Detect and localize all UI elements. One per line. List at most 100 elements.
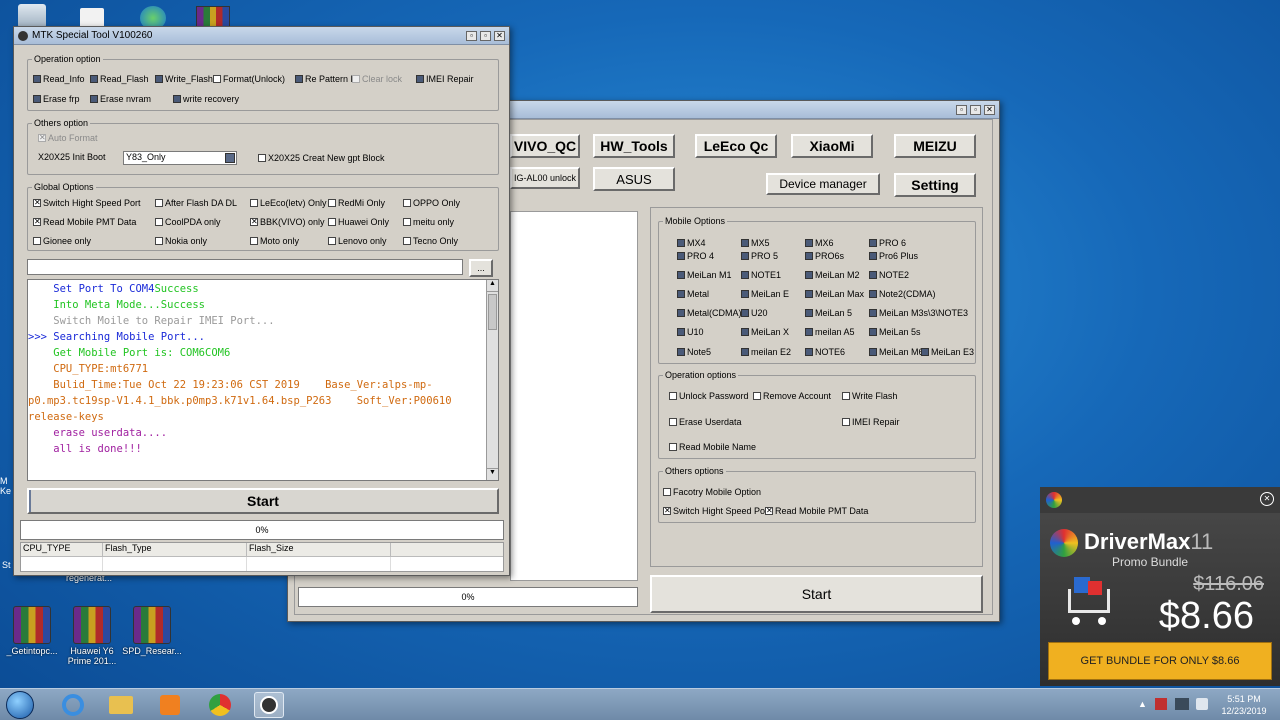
mobile-option-checkbox[interactable]: MX5	[741, 238, 770, 248]
mobile-option-checkbox[interactable]: PRO 4	[677, 251, 714, 261]
global-option-checkbox[interactable]: Tecno Only	[403, 236, 458, 246]
main-log-area[interactable]	[510, 211, 638, 581]
read-mobile-pmt-checkbox[interactable]: ✕ Read Mobile PMT Data	[765, 506, 868, 516]
global-option-checkbox[interactable]: OPPO Only	[403, 198, 460, 208]
hw-tools-button[interactable]: HW_Tools	[593, 134, 675, 158]
mobile-option-checkbox[interactable]: NOTE6	[805, 347, 845, 357]
tray-show-hidden-icon[interactable]: ▲	[1138, 699, 1147, 709]
log-output[interactable]: Set Port To COM4Success Into Meta Mode..…	[27, 279, 499, 481]
creat-gpt-checkbox[interactable]: X20X25 Creat New gpt Block	[258, 153, 385, 163]
write-recovery-checkbox[interactable]: write recovery	[173, 94, 239, 104]
write-flash-checkbox[interactable]: Write_Flash	[155, 74, 213, 84]
global-option-checkbox[interactable]: Huawei Only	[328, 217, 389, 227]
ad-close-icon[interactable]: ✕	[1260, 492, 1274, 506]
global-option-checkbox[interactable]: ✕ BBK(VIVO) only	[250, 217, 325, 227]
erase-userdata-checkbox[interactable]: Erase Userdata	[669, 417, 742, 427]
log-scrollbar[interactable]: ▲ ▼	[486, 280, 498, 480]
global-option-checkbox[interactable]: ✕ Switch Hight Speed Port	[33, 198, 141, 208]
read-flash-checkbox[interactable]: Read_Flash	[90, 74, 149, 84]
tray-volume-icon[interactable]	[1196, 698, 1208, 710]
global-option-checkbox[interactable]: RedMi Only	[328, 198, 385, 208]
scroll-down-icon[interactable]: ▼	[487, 468, 498, 480]
main-start-button[interactable]: Start	[650, 575, 983, 613]
close-icon[interactable]: ✕	[494, 30, 505, 41]
erase-frp-checkbox[interactable]: Erase frp	[33, 94, 80, 104]
maximize-icon[interactable]: ▫	[480, 30, 491, 41]
ig-al00-unlock-button[interactable]: IG-AL00 unlock	[510, 167, 580, 189]
start-button[interactable]: Start	[27, 488, 499, 514]
setting-button[interactable]: Setting	[894, 173, 976, 197]
mobile-option-checkbox[interactable]: Pro6 Plus	[869, 251, 918, 261]
mobile-option-checkbox[interactable]: Note5	[677, 347, 711, 357]
table-header-cell[interactable]: Flash_Size	[247, 543, 391, 556]
tray-clock[interactable]: 5:51 PM 12/23/2019	[1216, 693, 1272, 717]
write-flash-checkbox[interactable]: Write Flash	[842, 391, 897, 401]
global-option-checkbox[interactable]: Moto only	[250, 236, 299, 246]
mobile-option-checkbox[interactable]: meilan E2	[741, 347, 791, 357]
desktop-icon-spd[interactable]: SPD_Resear...	[122, 606, 182, 656]
global-option-checkbox[interactable]: Gionee only	[33, 236, 91, 246]
mobile-option-checkbox[interactable]: MeiLan X	[741, 327, 789, 337]
mobile-option-checkbox[interactable]: MX4	[677, 238, 706, 248]
mobile-option-checkbox[interactable]: PRO 6	[869, 238, 906, 248]
global-option-checkbox[interactable]: After Flash DA DL	[155, 198, 237, 208]
switch-high-speed-port-checkbox[interactable]: ✕ Switch Hight Speed Por	[663, 506, 768, 516]
mobile-option-checkbox[interactable]: NOTE2	[869, 270, 909, 280]
remove-account-checkbox[interactable]: Remove Account	[753, 391, 831, 401]
minimize-icon[interactable]: ▫	[466, 30, 477, 41]
mobile-option-checkbox[interactable]: MeiLan M3s\3\NOTE3	[869, 308, 968, 318]
mobile-option-checkbox[interactable]: U20	[741, 308, 768, 318]
ad-cta-button[interactable]: GET BUNDLE FOR ONLY $8.66	[1048, 642, 1272, 680]
imei-repair-checkbox[interactable]: IMEI Repair	[416, 74, 474, 84]
mobile-option-checkbox[interactable]: NOTE1	[741, 270, 781, 280]
drivermax-ad-popup[interactable]: ✕ DriverMax11 Promo Bundle $116.06 $8.66…	[1040, 487, 1280, 686]
desktop-icon-recycle-bin[interactable]	[18, 4, 46, 28]
folder-icon[interactable]	[106, 692, 136, 718]
clear-lock-checkbox[interactable]: Clear lock	[352, 74, 402, 84]
tray-flag-icon[interactable]	[1155, 698, 1167, 710]
xiaomi-button[interactable]: XiaoMi	[791, 134, 873, 158]
device-manager-button[interactable]: Device manager	[766, 173, 880, 195]
table-header-cell[interactable]: CPU_TYPE	[21, 543, 103, 556]
mobile-option-checkbox[interactable]: PRO6s	[805, 251, 844, 261]
minimize-icon[interactable]: ▫	[956, 104, 967, 115]
close-icon[interactable]: ✕	[984, 104, 995, 115]
mtk-tool-taskbar-icon[interactable]	[254, 692, 284, 718]
global-option-checkbox[interactable]: LeEco(letv) Only	[250, 198, 327, 208]
mobile-option-checkbox[interactable]: MeiLan 5s	[869, 327, 921, 337]
table-header-cell[interactable]: Flash_Type	[103, 543, 247, 556]
mobile-option-checkbox[interactable]: Note2(CDMA)	[869, 289, 936, 299]
meizu-button[interactable]: MEIZU	[894, 134, 976, 158]
mobile-option-checkbox[interactable]: MeiLan M1	[677, 270, 732, 280]
factory-mobile-option-checkbox[interactable]: Facotry Mobile Option	[663, 487, 761, 497]
mtk-window-titlebar[interactable]: MTK Special Tool V100260 ▫ ▫ ✕	[14, 27, 509, 45]
mobile-option-checkbox[interactable]: MeiLan Max	[805, 289, 864, 299]
ie-icon[interactable]	[58, 692, 88, 718]
read-mobile-name-checkbox[interactable]: Read Mobile Name	[669, 442, 756, 452]
dropdown-icon[interactable]	[225, 153, 235, 163]
mobile-option-checkbox[interactable]: PRO 5	[741, 251, 778, 261]
init-boot-select[interactable]: Y83_Only	[123, 151, 237, 165]
file-path-input[interactable]	[27, 259, 463, 275]
mobile-option-checkbox[interactable]: MeiLan M2	[805, 270, 860, 280]
vivo-qc-button[interactable]: VIVO_QC	[510, 134, 580, 158]
scroll-thumb[interactable]	[488, 294, 497, 330]
re-pattern-checkbox[interactable]: Re Pattern M	[295, 74, 358, 84]
format-unlock-checkbox[interactable]: Format(Unlock)	[213, 74, 285, 84]
mobile-option-checkbox[interactable]: Metal	[677, 289, 709, 299]
start-orb-icon[interactable]	[6, 691, 34, 719]
read-info-checkbox[interactable]: Read_Info	[33, 74, 85, 84]
mobile-option-checkbox[interactable]: U10	[677, 327, 704, 337]
mobile-option-checkbox[interactable]: MeiLan 5	[805, 308, 852, 318]
global-option-checkbox[interactable]: CoolPDA only	[155, 217, 221, 227]
tray-network-icon[interactable]	[1175, 698, 1189, 710]
mobile-option-checkbox[interactable]: Metal(CDMA)	[677, 308, 742, 318]
unlock-password-checkbox[interactable]: Unlock Password	[669, 391, 749, 401]
mobile-option-checkbox[interactable]: MeiLan E3	[921, 347, 974, 357]
browse-button[interactable]: ...	[469, 259, 493, 277]
table-row[interactable]	[21, 557, 503, 571]
mobile-option-checkbox[interactable]: MX6	[805, 238, 834, 248]
table-header-cell[interactable]	[391, 543, 503, 556]
maximize-icon[interactable]: ▫	[970, 104, 981, 115]
leeco-qc-button[interactable]: LeEco Qc	[695, 134, 777, 158]
